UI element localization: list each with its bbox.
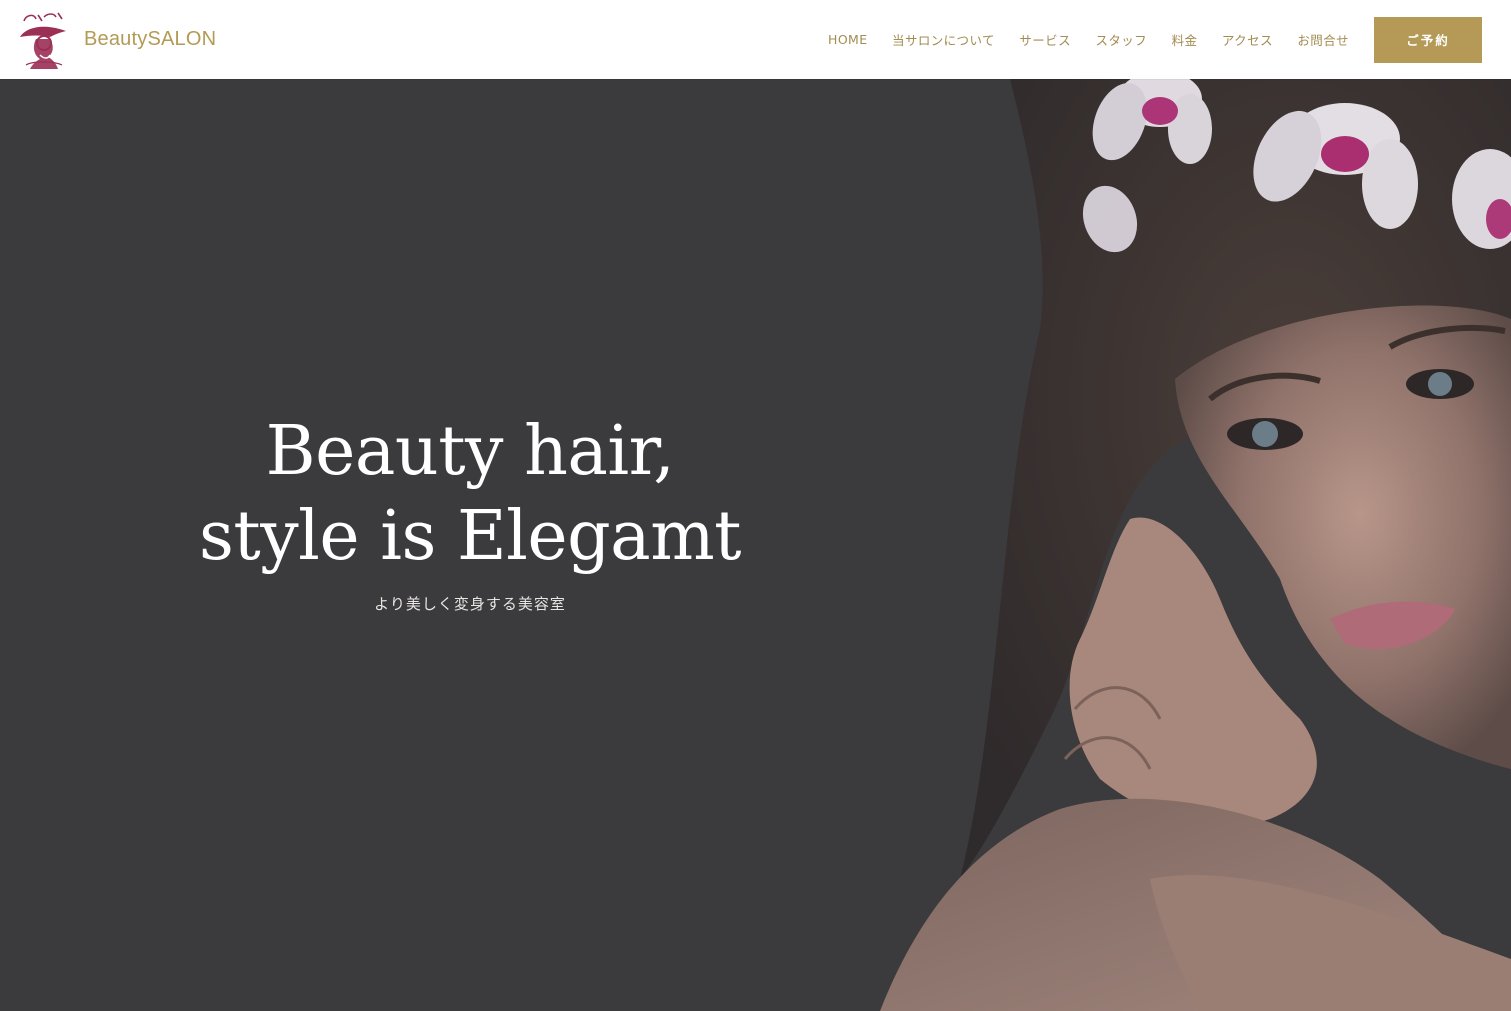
nav-item-home[interactable]: HOME — [828, 32, 868, 47]
nav-item-contact[interactable]: お問合せ — [1297, 30, 1349, 49]
hero-subtitle: より美しく変身する美容室 — [374, 595, 566, 613]
brand-name: BeautySALON — [84, 28, 217, 50]
site-header: BeautySALON HOME 当サロンについて サービス スタッフ 料金 ア… — [0, 0, 1511, 79]
nav-item-about[interactable]: 当サロンについて — [892, 30, 995, 49]
salon-logo-icon — [20, 12, 66, 69]
nav-item-access[interactable]: アクセス — [1222, 30, 1273, 49]
hero-section: Beauty hair, style is Elegamt より美しく変身する美… — [0, 79, 1511, 1011]
nav-item-pricing[interactable]: 料金 — [1172, 30, 1198, 49]
brand-link[interactable]: BeautySALON — [14, 9, 216, 71]
hero-text: Beauty hair, style is Elegamt より美しく変身する美… — [170, 409, 770, 614]
nav-item-services[interactable]: サービス — [1019, 30, 1071, 49]
reserve-button[interactable]: ご予約 — [1374, 16, 1482, 63]
nav-item-staff[interactable]: スタッフ — [1095, 30, 1147, 49]
hero-title-line-1: Beauty hair, — [265, 412, 675, 491]
hero-title-line-2: style is Elegamt — [198, 497, 742, 576]
hero-title: Beauty hair, style is Elegamt — [170, 409, 770, 579]
nav-list: HOME 当サロンについて サービス スタッフ 料金 アクセス お問合せ — [828, 30, 1349, 49]
page: BeautySALON HOME 当サロンについて サービス スタッフ 料金 ア… — [0, 0, 1511, 1011]
main-nav: HOME 当サロンについて サービス スタッフ 料金 アクセス お問合せ ご予約 — [828, 0, 1511, 79]
